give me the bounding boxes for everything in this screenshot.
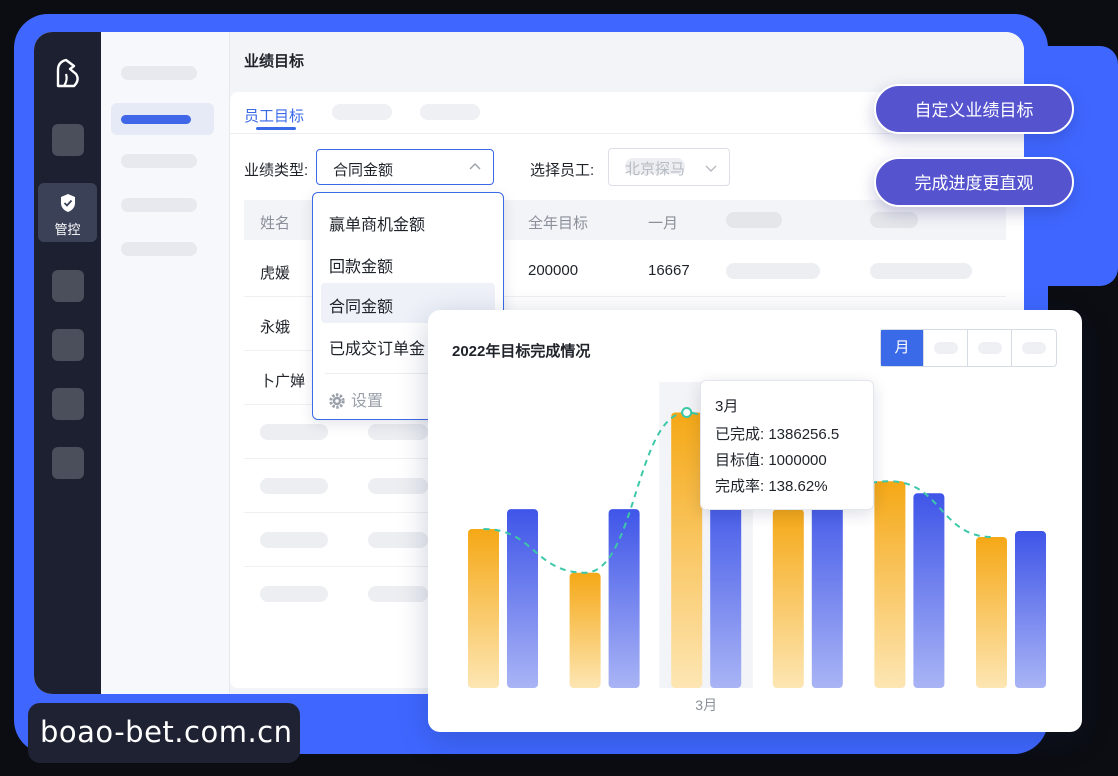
dropdown-item-win-deal[interactable]: 赢单商机金额 [329,211,425,235]
cell-placeholder [368,478,428,494]
cell-placeholder [368,532,428,548]
header-jan: 一月 [648,215,679,232]
cell-placeholder [260,424,328,440]
row-name: 卜广婵 [260,373,306,390]
header-annual: 全年目标 [528,215,589,232]
row-annual: 200000 [528,262,579,279]
header-name: 姓名 [260,215,291,232]
rail-item-6[interactable] [52,447,84,479]
x-tick-label: 3月 [695,697,717,713]
type-filter-label: 业绩类型: [244,162,309,179]
settings-label: 设置 [351,393,384,410]
row-jan: 16667 [648,262,690,279]
header-placeholder [870,212,918,228]
bar-target[interactable] [1015,530,1046,688]
bar-target[interactable] [507,509,538,688]
type-select[interactable]: 合同金额 [316,149,494,185]
subnav-item[interactable] [121,66,197,80]
bar-target[interactable] [811,489,843,688]
tab-employee-goals[interactable]: 员工目标 [244,105,304,126]
tab-placeholder[interactable] [420,104,480,120]
cell-placeholder [260,532,328,548]
bar-target[interactable] [608,509,640,688]
cell-placeholder [368,586,428,602]
subnav-item[interactable] [121,198,197,212]
chevron-up-icon [469,163,481,170]
rail-item-control[interactable]: 管控 [38,183,97,242]
bar-completed[interactable] [569,572,601,688]
rail-item-label: 管控 [54,222,81,237]
dropdown-item-contract[interactable]: 合同金额 [329,293,393,317]
gear-icon [329,393,345,409]
chevron-down-icon [705,165,717,172]
rail-item-3[interactable] [52,270,84,302]
chart-tooltip: 3月 已完成: 1386256.5 目标值: 1000000 完成率: 138.… [700,380,874,510]
cell-placeholder [260,478,328,494]
dropdown-item-payment[interactable]: 回款金额 [329,253,393,277]
chart-panel: 2022年目标完成情况 月 3月 3月 已完成: 1386256.5 目标值: … [428,310,1082,732]
watermark: boao-bet.com.cn [28,703,300,763]
cell-placeholder [260,586,328,602]
bar-completed[interactable] [671,412,703,688]
custom-goal-button[interactable]: 自定义业绩目标 [874,84,1074,134]
dropdown-item-order[interactable]: 已成交订单金 [329,335,425,359]
employee-filter-label: 选择员工: [530,162,595,179]
dropdown-settings[interactable]: 设置 [329,387,383,411]
employee-select-placeholder: 北京探马 [625,158,686,178]
tooltip-rate: 完成率: 138.62% [715,478,828,495]
line-point-highlight [681,406,693,418]
row-name: 永娥 [260,319,291,336]
bar-chart: 3月 [468,382,1046,713]
bar-target[interactable] [710,489,742,688]
page-title: 业绩目标 [244,53,305,70]
rail-item-1[interactable] [52,124,84,156]
bar-target[interactable] [913,493,945,688]
bar-completed[interactable] [772,509,804,688]
tooltip-title: 3月 [715,398,739,415]
horse-logo-icon [56,58,79,88]
rail-item-4[interactable] [52,329,84,361]
bar-completed[interactable] [468,529,499,688]
bar-completed[interactable] [976,536,1007,688]
cell-placeholder [870,263,972,279]
rail-item-5[interactable] [52,388,84,420]
sub-navigation [101,32,230,694]
progress-button[interactable]: 完成进度更直观 [874,157,1074,207]
tooltip-target: 目标值: 1000000 [715,452,827,469]
subnav-item[interactable] [121,242,197,256]
cell-placeholder [726,263,820,279]
header-placeholder [726,212,782,228]
watermark-text: boao-bet.com.cn [40,715,293,749]
tooltip-completed: 已完成: 1386256.5 [715,426,840,443]
tab-underline [256,127,296,130]
bar-completed[interactable] [874,481,906,688]
cell-placeholder [368,424,428,440]
subnav-item[interactable] [121,154,197,168]
employee-select[interactable]: 北京探马 [608,148,730,186]
subnav-item-active[interactable] [111,103,214,135]
tab-placeholder[interactable] [332,104,392,120]
type-select-value: 合同金额 [333,162,394,179]
shield-icon [61,194,75,212]
icon-rail: 管控 [34,32,101,694]
row-name: 虎媛 [260,265,291,282]
